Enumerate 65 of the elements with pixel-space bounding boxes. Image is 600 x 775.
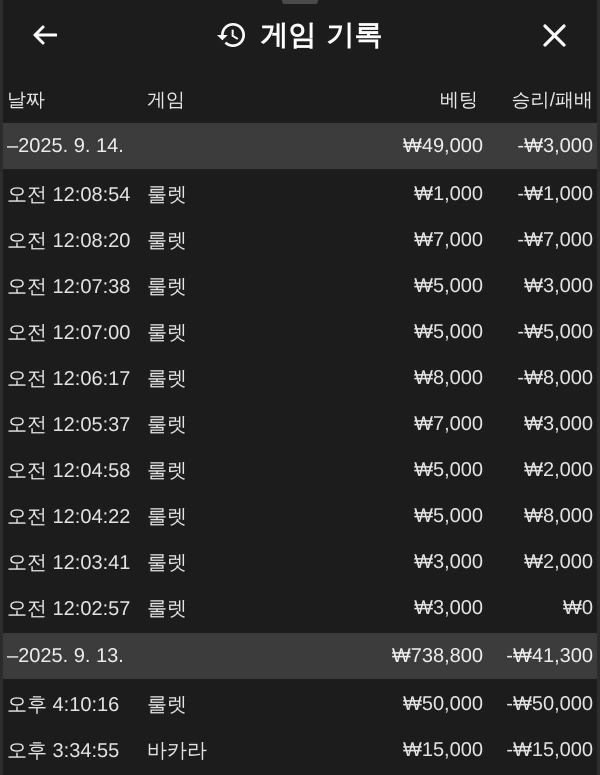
close-icon[interactable]	[542, 22, 567, 48]
bet-amount: ₩7,000	[414, 228, 483, 252]
column-header: 승리/패배	[512, 89, 593, 113]
column-header: 베팅	[440, 89, 478, 113]
bet-amount: ₩5,000	[414, 458, 483, 482]
time-text: 오전 12:07:00	[7, 320, 130, 346]
time-text: 오전 12:08:54	[7, 182, 130, 208]
date-group-bar[interactable]: –2025. 9. 13. ₩738,800 -₩41,300	[3, 633, 597, 679]
bet-amount: ₩8,000	[414, 366, 483, 390]
bet-amount: ₩15,000	[402, 738, 483, 762]
game-name: 룰렛	[147, 366, 187, 392]
result-amount: ₩8,000	[524, 504, 593, 528]
result-total: -₩41,300	[506, 644, 593, 668]
bet-amount: ₩5,000	[414, 320, 483, 344]
time-text: 오전 12:08:20	[7, 228, 130, 254]
history-icon	[216, 22, 245, 48]
time-text: 오전 12:07:38	[7, 274, 130, 300]
result-amount: -₩15,000	[506, 738, 593, 762]
bet-total: ₩49,000	[402, 134, 483, 158]
result-amount: -₩1,000	[517, 182, 593, 206]
time-text: 오전 12:05:37	[7, 412, 130, 438]
game-name: 룰렛	[147, 228, 187, 254]
time-text: 오전 12:06:17	[7, 366, 130, 392]
game-name: 룰렛	[147, 458, 187, 484]
game-name: 룰렛	[147, 550, 187, 576]
time-text: 오전 12:04:58	[7, 458, 130, 484]
time-text: 오전 12:02:57	[7, 596, 130, 622]
drag-handle[interactable]	[282, 0, 318, 4]
time-text: 오후 3:34:55	[7, 738, 120, 764]
column-header: 날짜	[7, 89, 45, 113]
result-amount: ₩0	[563, 596, 593, 620]
result-amount: -₩50,000	[506, 692, 593, 716]
game-name: 룰렛	[147, 182, 187, 208]
game-name: 룰렛	[147, 504, 187, 530]
date-group-bar[interactable]: –2025. 9. 14. ₩49,000 -₩3,000	[3, 123, 597, 169]
bet-amount: ₩50,000	[402, 692, 483, 716]
result-total: -₩3,000	[517, 134, 593, 158]
bet-amount: ₩5,000	[414, 274, 483, 298]
game-name: 룰렛	[147, 274, 187, 300]
bet-amount: ₩3,000	[414, 596, 483, 620]
result-amount: ₩3,000	[524, 274, 593, 298]
result-amount: ₩3,000	[524, 412, 593, 436]
back-icon[interactable]	[32, 25, 57, 45]
game-name: 바카라	[147, 738, 207, 764]
result-amount: ₩2,000	[524, 550, 593, 574]
result-amount: -₩7,000	[517, 228, 593, 252]
column-header: 게임	[147, 89, 185, 113]
game-name: 룰렛	[147, 320, 187, 346]
bet-amount: ₩1,000	[414, 182, 483, 206]
time-text: 오후 4:10:16	[7, 692, 120, 718]
time-text: 오전 12:04:22	[7, 504, 130, 530]
bet-total: ₩738,800	[392, 644, 483, 668]
game-name: 룰렛	[147, 596, 187, 622]
game-name: 룰렛	[147, 692, 187, 718]
result-amount: -₩8,000	[517, 366, 593, 390]
result-amount: -₩5,000	[517, 320, 593, 344]
date-label: –2025. 9. 13.	[7, 644, 124, 668]
bet-amount: ₩7,000	[414, 412, 483, 436]
result-amount: ₩2,000	[524, 458, 593, 482]
game-name: 룰렛	[147, 412, 187, 438]
bet-amount: ₩3,000	[414, 550, 483, 574]
time-text: 오전 12:03:41	[7, 550, 130, 576]
sheet-title: 게임 기록	[260, 17, 382, 53]
bet-amount: ₩5,000	[414, 504, 483, 528]
date-label: –2025. 9. 14.	[7, 134, 124, 158]
